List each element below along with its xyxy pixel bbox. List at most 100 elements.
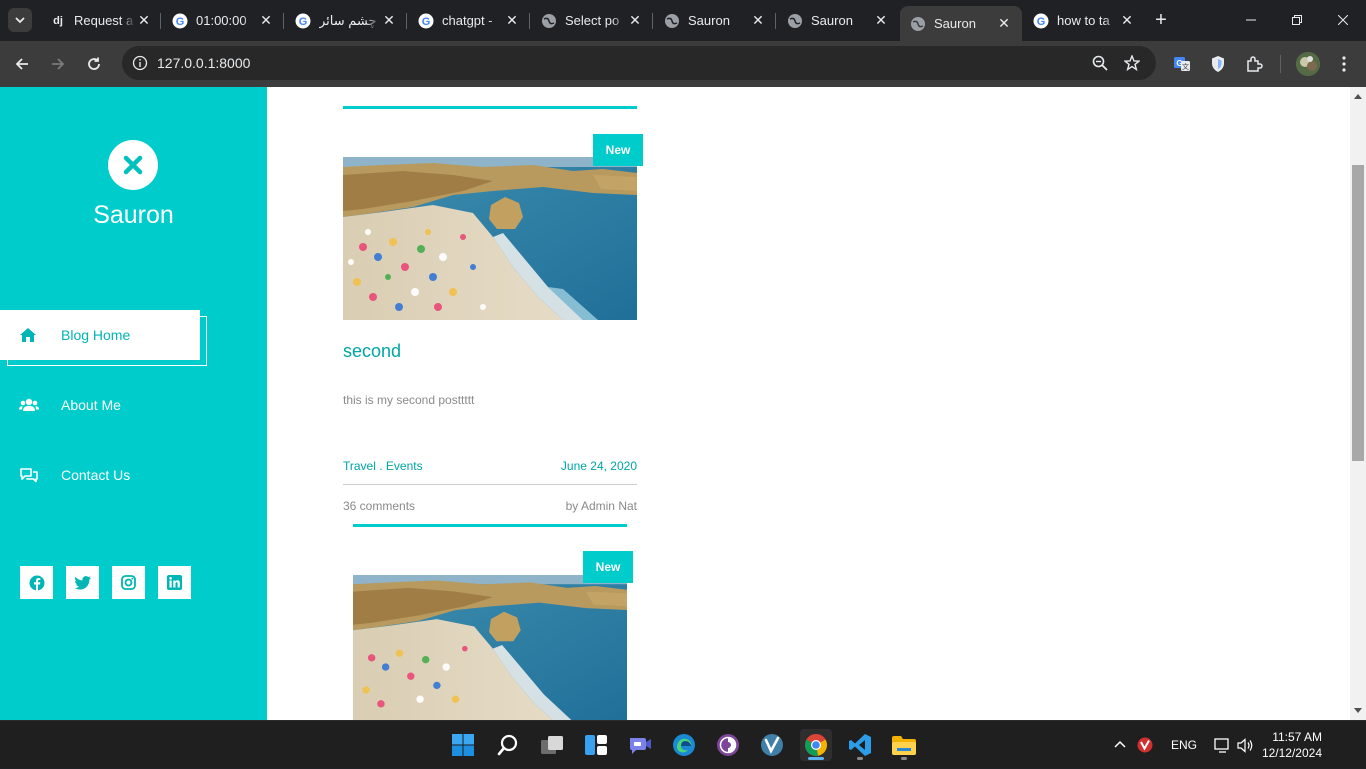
nav-label: Contact Us: [61, 467, 131, 483]
tab-sauron-active[interactable]: Sauron ✕: [900, 6, 1022, 41]
new-badge: New: [583, 551, 633, 583]
tab-sauron-2[interactable]: Sauron ✕: [777, 6, 899, 35]
blog-post-card: New: [353, 524, 633, 720]
vpn-app-button[interactable]: [756, 729, 788, 761]
vscode-button[interactable]: [844, 729, 876, 761]
svg-text:G: G: [1037, 16, 1046, 28]
instagram-link[interactable]: [112, 566, 145, 599]
tab-request[interactable]: dj Request a ✕: [40, 6, 162, 35]
tab-timer[interactable]: G 01:00:00 ✕: [162, 6, 284, 35]
blog-post-card: New second this is my second posttttt Tr…: [343, 106, 643, 513]
nav-item-contact-us[interactable]: Contact Us: [0, 450, 200, 500]
tab-search-button[interactable]: [8, 8, 32, 32]
network-icon[interactable]: [1214, 737, 1231, 753]
v-app-icon: [761, 734, 783, 756]
post-thumbnail[interactable]: [353, 575, 627, 720]
task-view-button[interactable]: [536, 729, 568, 761]
svg-text:文: 文: [1182, 62, 1189, 71]
nav-item-blog-home[interactable]: Blog Home: [0, 310, 200, 360]
page-scrollbar[interactable]: [1350, 87, 1366, 720]
clock[interactable]: 11:57 AM 12/12/2024: [1262, 729, 1322, 761]
volume-icon[interactable]: [1237, 737, 1253, 753]
antivirus-icon[interactable]: [1137, 737, 1153, 753]
taskbar-search-button[interactable]: [492, 729, 524, 761]
minimize-button[interactable]: [1239, 10, 1263, 30]
post-comments[interactable]: 36 comments: [343, 499, 415, 513]
close-window-button[interactable]: [1331, 10, 1355, 30]
info-icon[interactable]: [132, 55, 148, 71]
post-title[interactable]: second: [343, 341, 401, 362]
close-tab-icon[interactable]: ✕: [136, 12, 152, 29]
tab-separator: [283, 13, 284, 29]
facebook-link[interactable]: [20, 566, 53, 599]
file-explorer-button[interactable]: [888, 729, 920, 761]
running-indicator: [857, 757, 863, 760]
linkedin-link[interactable]: [158, 566, 191, 599]
url-text[interactable]: 127.0.0.1:8000: [157, 55, 250, 71]
bookmark-star-icon[interactable]: [1124, 55, 1140, 71]
scroll-down-arrow-icon[interactable]: [1350, 702, 1366, 720]
start-button[interactable]: [447, 729, 479, 761]
shield-extension-icon[interactable]: [1207, 53, 1229, 75]
close-tab-icon[interactable]: ✕: [750, 12, 766, 29]
beach-image: [353, 575, 627, 720]
close-tab-icon[interactable]: ✕: [873, 12, 889, 29]
brand-name[interactable]: Sauron: [0, 201, 267, 230]
close-tab-icon[interactable]: ✕: [258, 12, 274, 29]
chrome-button[interactable]: [800, 729, 832, 761]
svg-text:G: G: [422, 16, 431, 28]
svg-text:G: G: [299, 16, 308, 28]
close-tab-icon[interactable]: ✕: [381, 12, 397, 29]
tab-separator: [160, 13, 161, 29]
translate-extension-icon[interactable]: G文: [1171, 53, 1193, 75]
address-bar[interactable]: 127.0.0.1:8000: [122, 46, 1156, 80]
extensions-puzzle-icon[interactable]: [1243, 53, 1265, 75]
forward-button[interactable]: [45, 51, 71, 77]
avatar-icon: [1296, 52, 1320, 76]
tab-persian-search[interactable]: G چشم سائر ✕: [285, 6, 407, 35]
running-indicator: [808, 757, 824, 760]
post-categories[interactable]: Travel . Events: [343, 459, 423, 473]
twitter-link[interactable]: [66, 566, 99, 599]
close-tab-icon[interactable]: ✕: [627, 12, 643, 29]
vscode-icon: [849, 734, 871, 756]
arrow-left-icon: [15, 58, 28, 70]
post-excerpt: this is my second posttttt: [343, 393, 475, 407]
tab-how-to[interactable]: G how to ta ✕: [1023, 6, 1145, 35]
tor-browser-button[interactable]: [712, 729, 744, 761]
back-button[interactable]: [9, 51, 35, 77]
globe-icon: [664, 13, 680, 29]
post-thumbnail[interactable]: [343, 157, 637, 320]
new-tab-button[interactable]: +: [1152, 10, 1170, 30]
close-icon: [123, 155, 143, 175]
tor-icon: [717, 734, 739, 756]
menu-kebab-icon[interactable]: [1333, 53, 1355, 75]
teams-chat-button[interactable]: [624, 729, 656, 761]
tab-select[interactable]: Select po ✕: [531, 6, 653, 35]
reload-button[interactable]: [81, 51, 107, 77]
edge-icon: [673, 734, 695, 756]
system-tray: ENG: [1113, 721, 1253, 769]
widgets-button[interactable]: [580, 729, 612, 761]
tab-chatgpt[interactable]: G chatgpt - ✕: [408, 6, 530, 35]
chrome-icon: [805, 734, 827, 756]
nav-item-about-me[interactable]: About Me: [0, 380, 200, 430]
tab-sauron-1[interactable]: Sauron ✕: [654, 6, 776, 35]
close-tab-icon[interactable]: ✕: [996, 15, 1012, 32]
chevron-up-icon[interactable]: [1113, 738, 1127, 752]
close-tab-icon[interactable]: ✕: [1119, 12, 1135, 29]
post-top-border: [343, 106, 637, 109]
users-icon: [0, 397, 61, 413]
scrollbar-thumb[interactable]: [1352, 165, 1364, 461]
edge-browser-button[interactable]: [668, 729, 700, 761]
nav-label: About Me: [61, 397, 121, 413]
scroll-up-arrow-icon[interactable]: [1350, 87, 1366, 105]
zoom-icon[interactable]: [1092, 55, 1108, 71]
toolbar-divider: [1280, 55, 1281, 73]
language-indicator[interactable]: ENG: [1171, 738, 1197, 752]
profile-avatar[interactable]: [1296, 52, 1320, 76]
close-tab-icon[interactable]: ✕: [504, 12, 520, 29]
restore-button[interactable]: [1285, 10, 1309, 30]
brand-logo[interactable]: [108, 140, 158, 190]
video-chat-icon: [630, 738, 651, 754]
